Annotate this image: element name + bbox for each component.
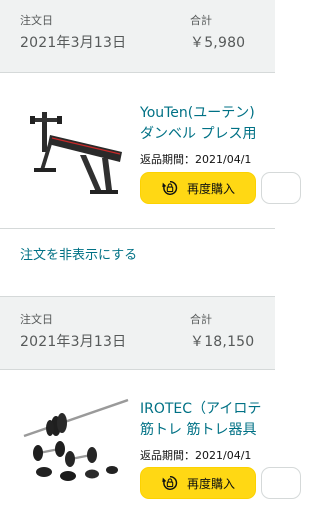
- order-total-label: 合計: [190, 14, 212, 27]
- rebuy-refresh-icon: [162, 475, 178, 491]
- product-title-line1[interactable]: YouTen(ユーテン): [140, 103, 275, 124]
- secondary-action-button[interactable]: [261, 467, 301, 499]
- order-total-label: 合計: [190, 313, 212, 326]
- order-date: 2021年3月13日: [20, 35, 127, 51]
- order-date-label: 注文日: [20, 313, 53, 326]
- incline-bench-icon[interactable]: [20, 100, 130, 200]
- secondary-action-button[interactable]: [261, 172, 301, 204]
- product-title-line2[interactable]: ダンベル プレス用: [140, 124, 275, 145]
- order-date: 2021年3月13日: [20, 334, 127, 350]
- rebuy-label: 再度購入: [186, 476, 235, 491]
- product-title-line1[interactable]: IROTEC（アイロテ: [140, 399, 275, 420]
- order-header: 注文日 合計 2021年3月13日 ￥18,150: [0, 296, 275, 370]
- divider: [0, 228, 275, 229]
- order-date-label: 注文日: [20, 14, 53, 27]
- order-total: ￥18,150: [190, 334, 255, 350]
- rebuy-refresh-icon: [162, 180, 178, 196]
- return-period: 返品期間：2021/04/1: [140, 449, 252, 462]
- hide-order-link[interactable]: 注文を非表示にする: [20, 244, 137, 263]
- return-period: 返品期間：2021/04/1: [140, 153, 252, 166]
- rebuy-button[interactable]: 再度購入: [140, 467, 256, 499]
- rebuy-button[interactable]: 再度購入: [140, 172, 256, 204]
- product-title-line2[interactable]: 筋トレ 筋トレ器具: [140, 420, 275, 441]
- order-total: ￥5,980: [190, 35, 246, 51]
- order-header: 注文日 合計 2021年3月13日 ￥5,980: [0, 0, 275, 73]
- barbell-dumbbell-set-icon[interactable]: [20, 386, 130, 486]
- rebuy-label: 再度購入: [186, 181, 235, 196]
